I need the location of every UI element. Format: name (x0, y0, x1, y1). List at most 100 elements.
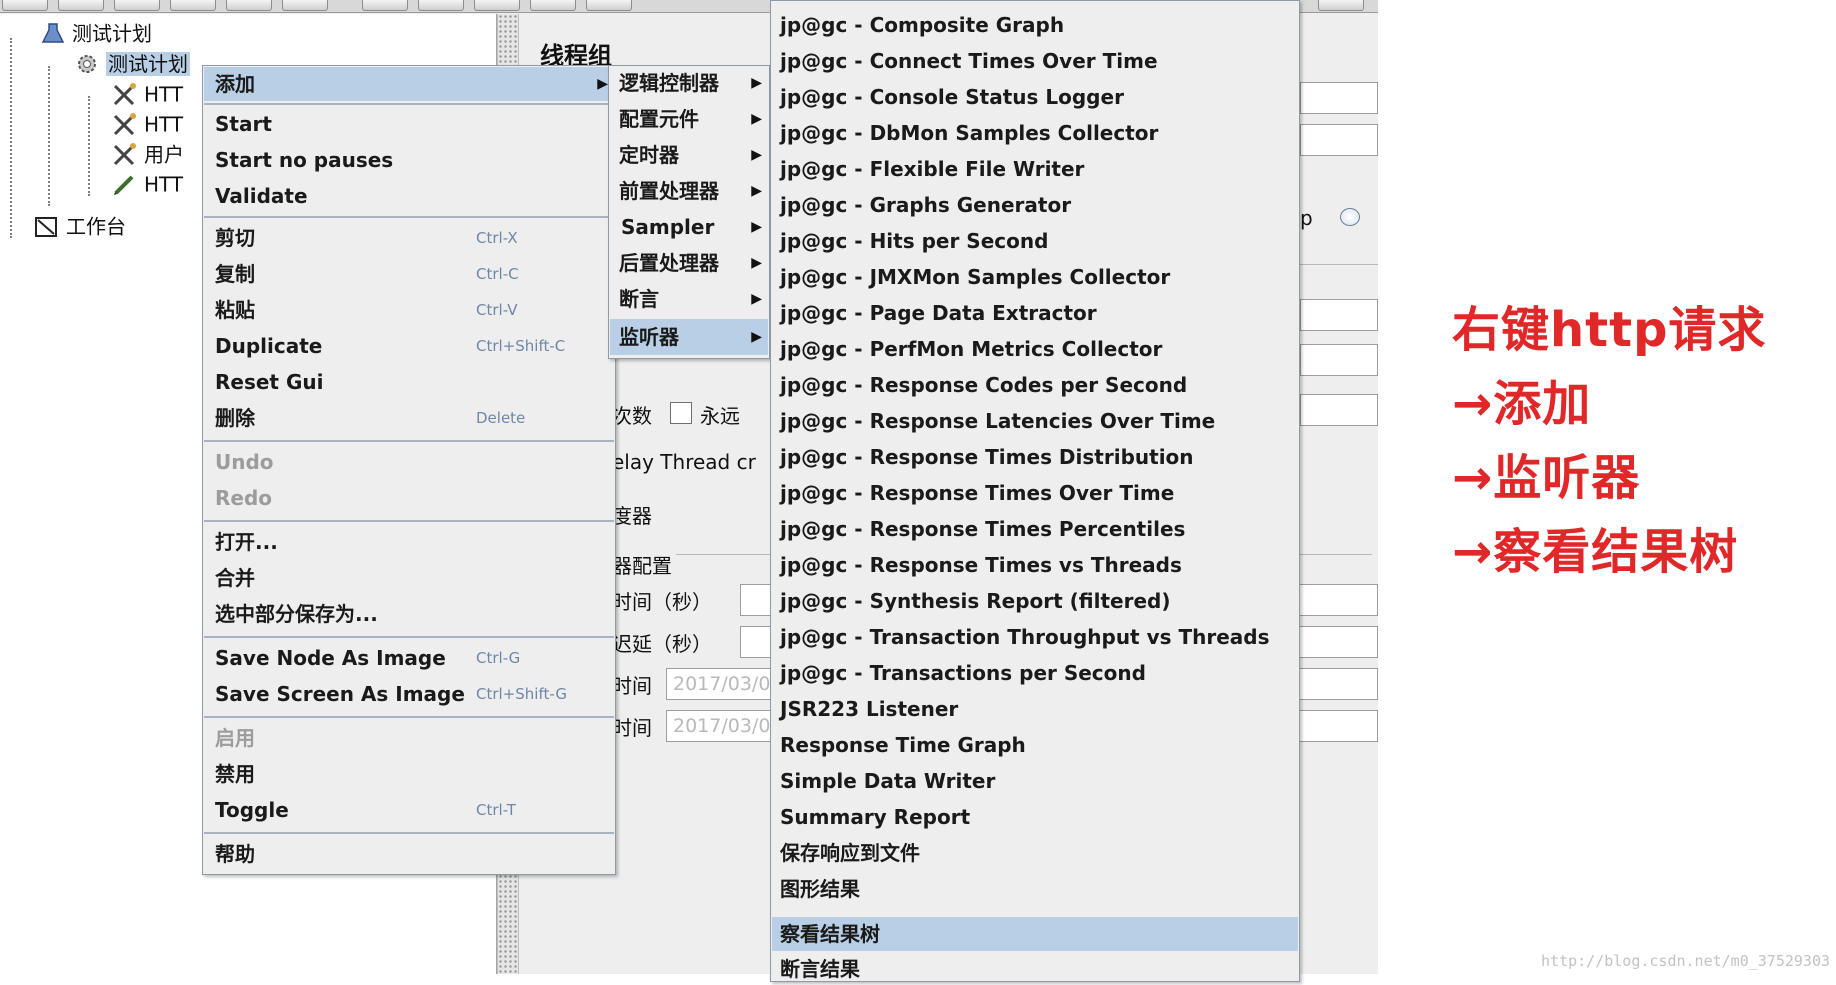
context-menu: 添加 ▶ Start Start no pauses Validate 剪切 Ct… (202, 65, 616, 875)
listener-summary-report[interactable]: Summary Report (772, 801, 1298, 833)
menu-item-timer[interactable]: 定时器 ▶ (610, 139, 768, 171)
menu-item-save-screen-image[interactable]: Save Screen As Image Ctrl+Shift-G (204, 678, 614, 710)
listener-transaction-throughput[interactable]: jp@gc - Transaction Throughput vs Thread… (772, 621, 1298, 653)
tree-node-thread-group[interactable]: 测试计划 (74, 49, 190, 76)
annotation-line-1: 右键http请求 (1452, 302, 1767, 358)
toolbar-button[interactable] (2, 0, 48, 11)
delay-thread-label: elay Thread cr (612, 450, 756, 474)
toolbar-button[interactable] (530, 0, 576, 11)
toolbar-button[interactable] (418, 0, 464, 11)
listener-page-data-extractor[interactable]: jp@gc - Page Data Extractor (772, 297, 1298, 329)
toolbar-button[interactable] (170, 0, 216, 11)
listener-console-status-logger[interactable]: jp@gc - Console Status Logger (772, 81, 1298, 113)
menu-item-copy[interactable]: 复制 Ctrl-C (204, 258, 614, 290)
listener-response-times-distribution[interactable]: jp@gc - Response Times Distribution (772, 441, 1298, 473)
listener-response-times-vs-threads[interactable]: jp@gc - Response Times vs Threads (772, 549, 1298, 581)
start-time-label: 时间 (612, 674, 652, 698)
threads-field[interactable] (1300, 299, 1378, 331)
toolbar-button[interactable] (586, 0, 632, 11)
menu-item-pre-processor[interactable]: 前置处理器 ▶ (610, 175, 768, 207)
listener-flexible-file-writer[interactable]: jp@gc - Flexible File Writer (772, 153, 1298, 185)
menu-item-config-element[interactable]: 配置元件 ▶ (610, 103, 768, 135)
listener-save-responses[interactable]: 保存响应到文件 (772, 837, 1298, 869)
listener-simple-data-writer[interactable]: Simple Data Writer (772, 765, 1298, 797)
menu-item-save-node-image[interactable]: Save Node As Image Ctrl-G (204, 642, 614, 674)
listener-response-codes[interactable]: jp@gc - Response Codes per Second (772, 369, 1298, 401)
listener-view-results-tree[interactable]: 察看结果树 (772, 917, 1298, 951)
toolbar-button[interactable] (226, 0, 272, 11)
menu-item-post-processor[interactable]: 后置处理器 ▶ (610, 247, 768, 279)
listener-response-times-over-time[interactable]: jp@gc - Response Times Over Time (772, 477, 1298, 509)
toolbar-button[interactable] (282, 0, 328, 11)
listener-graph-results[interactable]: 图形结果 (772, 873, 1298, 905)
menu-item-paste[interactable]: 粘贴 Ctrl-V (204, 294, 614, 326)
listener-hits-per-second[interactable]: jp@gc - Hits per Second (772, 225, 1298, 257)
tree-node-http-request[interactable]: HTT (112, 170, 183, 197)
name-field[interactable] (1300, 82, 1378, 114)
submenu-arrow-icon: ▶ (751, 111, 762, 127)
toolbar-button[interactable] (58, 0, 104, 11)
listener-jmxmon-collector[interactable]: jp@gc - JMXMon Samples Collector (772, 261, 1298, 293)
menu-item-sampler[interactable]: Sampler ▶ (610, 211, 768, 243)
workbench-icon (34, 215, 60, 239)
listener-response-times-percentiles[interactable]: jp@gc - Response Times Percentiles (772, 513, 1298, 545)
submenu-arrow-icon: ▶ (751, 75, 762, 91)
menu-separator (204, 716, 614, 718)
menu-item-start[interactable]: Start (204, 108, 614, 140)
listener-perfmon-collector[interactable]: jp@gc - PerfMon Metrics Collector (772, 333, 1298, 365)
forever-checkbox[interactable] (670, 402, 692, 424)
menu-item-save-selection[interactable]: 选中部分保存为... (204, 598, 614, 630)
http-sampler-icon (112, 82, 138, 107)
menu-separator (204, 636, 614, 638)
menu-item-merge[interactable]: 合并 (204, 562, 614, 594)
test-plan-icon (40, 22, 66, 46)
toolbar-button[interactable] (114, 0, 160, 11)
watermark: http://blog.csdn.net/m0_37529303 (1541, 952, 1830, 970)
listener-jsr223[interactable]: JSR223 Listener (772, 693, 1298, 725)
listener-response-latencies[interactable]: jp@gc - Response Latencies Over Time (772, 405, 1298, 437)
menu-item-reset-gui[interactable]: Reset Gui (204, 366, 614, 398)
menu-item-redo: Redo (215, 486, 273, 510)
menu-item-disable[interactable]: 禁用 (204, 758, 614, 790)
menu-item-assertion[interactable]: 断言 ▶ (610, 283, 768, 315)
toolbar-button[interactable] (474, 0, 520, 11)
menu-item-cut[interactable]: 剪切 Ctrl-X (204, 222, 614, 254)
menu-item-delete[interactable]: 删除 Delete (204, 402, 614, 434)
tree-connector (48, 66, 50, 206)
scheduler-label: 度器 (612, 504, 652, 528)
toolbar-button[interactable] (362, 0, 408, 11)
action-radio[interactable] (1340, 208, 1360, 226)
listener-synthesis-report[interactable]: jp@gc - Synthesis Report (filtered) (772, 585, 1298, 617)
listener-assertion-results[interactable]: 断言结果 (772, 953, 1298, 985)
listener-connect-times[interactable]: jp@gc - Connect Times Over Time (772, 45, 1298, 77)
menu-item-add[interactable]: 添加 ▶ (204, 67, 614, 101)
menu-item-start-no-pauses[interactable]: Start no pauses (204, 144, 614, 176)
tree-node-test-plan[interactable]: 测试计划 (40, 19, 152, 46)
listener-transactions-per-second[interactable]: jp@gc - Transactions per Second (772, 657, 1298, 689)
menu-item-duplicate[interactable]: Duplicate Ctrl+Shift-C (204, 330, 614, 362)
listener-composite-graph[interactable]: jp@gc - Composite Graph (772, 9, 1298, 41)
listener-response-time-graph[interactable]: Response Time Graph (772, 729, 1298, 761)
duration-label: 时间（秒） (612, 590, 712, 614)
menu-item-validate[interactable]: Validate (204, 180, 614, 212)
menu-item-toggle[interactable]: Toggle Ctrl-T (204, 794, 614, 826)
comment-field[interactable] (1300, 124, 1378, 156)
tree-connector (10, 38, 12, 238)
menu-item-logic-controller[interactable]: 逻辑控制器 ▶ (610, 67, 768, 99)
tree-node-http-request[interactable]: HTT (112, 80, 183, 107)
ramp-field[interactable] (1300, 344, 1378, 376)
menu-item-listener[interactable]: 监听器 ▶ (610, 319, 768, 355)
tree-node-http-request[interactable]: HTT (112, 110, 183, 137)
forever-label: 永远 (700, 404, 740, 428)
annotation-line-4: →察看结果树 (1452, 524, 1739, 580)
menu-item-help[interactable]: 帮助 (204, 838, 614, 870)
listener-dbmon-collector[interactable]: jp@gc - DbMon Samples Collector (772, 117, 1298, 149)
scheduler-config-label: 器配置 (612, 550, 676, 579)
listener-graphs-generator[interactable]: jp@gc - Graphs Generator (772, 189, 1298, 221)
submenu-arrow-icon: ▶ (751, 255, 762, 271)
tree-node-user-defined[interactable]: 用户 (112, 140, 184, 167)
tree-node-workbench[interactable]: 工作台 (34, 212, 126, 239)
menu-item-open[interactable]: 打开... (204, 526, 614, 558)
loop-count-field[interactable] (1300, 394, 1378, 426)
toolbar-button[interactable] (1318, 0, 1364, 11)
